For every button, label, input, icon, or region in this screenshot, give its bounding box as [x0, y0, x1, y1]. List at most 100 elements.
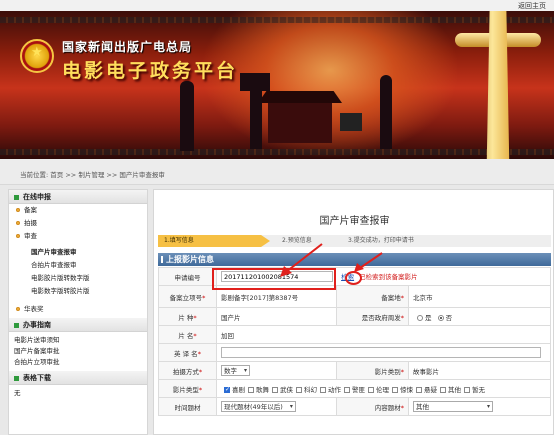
form-row: 拍摄方式* 数字 影片类别* 故事影片: [158, 361, 551, 380]
genre-checkbox-label: 歌舞: [256, 385, 269, 394]
en-name-input[interactable]: [221, 347, 541, 358]
square-bullet-icon: [14, 322, 19, 328]
home-link[interactable]: 返回主页: [518, 1, 546, 11]
sidebar-section-title: 表格下载: [23, 374, 51, 382]
genre-checkbox[interactable]: [416, 386, 422, 393]
sidebar-item-label: 审查: [24, 232, 37, 240]
sidebar: 在线申报 备案 拍摄 审查 国产片审查报审 合拍片审查报审 电影胶片版转数字版 …: [8, 189, 148, 435]
sidebar-subitem-digital-to-film[interactable]: 电影数字版转胶片版: [9, 285, 147, 298]
breadcrumb-label: 当前位置:: [20, 171, 49, 179]
section-title: 上报影片信息: [166, 255, 214, 264]
genre-checkbox[interactable]: [272, 386, 278, 393]
bullet-icon: [16, 221, 20, 225]
sidebar-subitem-coproduction-review[interactable]: 合拍片审查报审: [9, 259, 147, 272]
content-subject-select[interactable]: 其他: [413, 401, 493, 412]
content-subject-label: 内容题材*: [336, 397, 409, 416]
square-bullet-icon: [14, 375, 19, 381]
genre-label: 影片类型*: [158, 379, 217, 398]
annotation-arrow-icon: [280, 243, 323, 277]
genre-checkbox[interactable]: [224, 386, 230, 393]
cofund-no-label: 否: [445, 313, 453, 322]
era-label: 时间题材: [158, 397, 217, 416]
genre-checkbox[interactable]: [248, 386, 254, 393]
genre-checkbox[interactable]: [344, 386, 350, 393]
genre-checkbox[interactable]: [296, 386, 302, 393]
sidebar-item-label: 备案: [24, 206, 37, 214]
genre-checkbox[interactable]: [320, 386, 326, 393]
genre-checkbox[interactable]: [464, 386, 470, 393]
era-cell: 现代题材(49年以后): [216, 397, 337, 416]
annotation-arrow-icon: [354, 252, 383, 272]
top-bar: 返回主页: [0, 0, 554, 11]
category-label: 影片类别*: [336, 361, 409, 380]
form-row: 英 译 名*: [158, 343, 551, 362]
genre-checkbox-label: 悬疑: [424, 385, 437, 394]
filing-place-value: 北京市: [408, 285, 551, 308]
cofund-yes-label: 是: [425, 313, 432, 322]
sidebar-item-shooting[interactable]: 拍摄: [9, 217, 147, 230]
sidebar-section-title: 办事指南: [23, 321, 51, 329]
era-select[interactable]: 现代题材(49年以后): [221, 401, 296, 412]
genre-checkbox-group: 喜剧 歌舞 武侠 科幻 动作 警匪 伦理 惊悚 悬疑 其他 暂无: [216, 379, 551, 398]
cameraman-silhouette: [180, 81, 194, 151]
en-name-label: 英 译 名*: [158, 343, 217, 362]
sidebar-section-title: 在线申报: [23, 193, 51, 201]
sidebar-item-label: 华表奖: [24, 305, 44, 313]
cofund-no-radio[interactable]: [437, 314, 444, 321]
bullet-icon: [16, 208, 20, 212]
gate-illustration: [258, 91, 342, 143]
breadcrumb-production[interactable]: 制片管理: [78, 171, 104, 179]
sidebar-section-online[interactable]: 在线申报: [9, 190, 147, 204]
genre-checkbox[interactable]: [368, 386, 374, 393]
boom-silhouette: [380, 75, 392, 149]
filing-no-label: 备案立项号*: [158, 285, 217, 308]
sidebar-link-submission-notes[interactable]: 电影片送审须知: [9, 335, 147, 346]
sidebar-link-coproduction-approval[interactable]: 合拍片立项审批: [9, 357, 147, 368]
sidebar-download-none: 无: [14, 389, 21, 397]
form-row: 影片类型* 喜剧 歌舞 武侠 科幻 动作 警匪 伦理 惊悚 悬疑 其他 暂无: [158, 379, 551, 398]
square-bullet-icon: [14, 194, 19, 200]
en-name-cell: [216, 343, 551, 362]
film-type-label: 片 种*: [158, 307, 217, 326]
cofund-cell: 是 否: [408, 307, 551, 326]
form-row: 片 名* 加回: [158, 325, 551, 344]
sidebar-section-downloads[interactable]: 表格下载: [9, 371, 147, 385]
genre-checkbox-label: 伦理: [376, 385, 389, 394]
sidebar-link-domestic-approval[interactable]: 国产片备案审批: [9, 346, 147, 357]
apply-no-label: 申请编号: [158, 267, 217, 286]
breadcrumb: 当前位置: 首页 >> 制片管理 >> 国产片审查报审: [20, 169, 165, 179]
clapperboard-icon: [340, 113, 362, 131]
crew-silhouette: [250, 89, 262, 149]
sidebar-item-huabiao-award[interactable]: 华表奖: [9, 303, 147, 316]
shoot-method-label: 拍摄方式*: [158, 361, 217, 380]
breadcrumb-bar: 当前位置: 首页 >> 制片管理 >> 国产片审查报审: [0, 159, 554, 185]
main-content: 国产片审查报审 1.填写信息 2.预览信息 3.提交成功，打印申请书 上报影片信…: [153, 189, 554, 435]
shoot-method-select[interactable]: 数字: [221, 365, 250, 376]
bullet-icon: [16, 307, 20, 311]
film-type-value: 国产片: [216, 307, 337, 326]
genre-checkbox[interactable]: [392, 386, 398, 393]
genre-checkbox-label: 其他: [448, 385, 461, 394]
cofund-yes-radio[interactable]: [417, 314, 423, 321]
sidebar-subitem-domestic-review[interactable]: 国产片审查报审: [9, 246, 147, 259]
genre-checkbox[interactable]: [440, 386, 446, 393]
genre-checkbox-label: 科幻: [304, 385, 317, 394]
breadcrumb-sep: >>: [63, 171, 79, 179]
national-emblem-icon: ★: [20, 39, 54, 73]
banner: ★ 国家新闻出版广电总局 电影电子政务平台: [0, 11, 554, 159]
genre-checkbox-label: 警匪: [352, 385, 365, 394]
sidebar-section-guide[interactable]: 办事指南: [9, 318, 147, 332]
form-row: 片 种* 国产片 是否政府周发* 是 否: [158, 307, 551, 326]
sidebar-subitem-film-to-digital[interactable]: 电影胶片版转数字版: [9, 272, 147, 285]
bullet-icon: [16, 234, 20, 238]
film-strip-bottom: [0, 149, 554, 155]
film-name-label: 片 名*: [158, 325, 217, 344]
sidebar-item-label: 拍摄: [24, 219, 37, 227]
sidebar-item-filing[interactable]: 备案: [9, 204, 147, 217]
step-fill-info: 1.填写信息: [158, 235, 270, 247]
category-value: 故事影片: [408, 361, 551, 380]
breadcrumb-current: 国产片审查报审: [119, 171, 165, 179]
sidebar-item-review[interactable]: 审查: [9, 230, 147, 243]
content-subject-cell: 其他: [408, 397, 551, 416]
breadcrumb-home[interactable]: 首页: [50, 171, 63, 179]
